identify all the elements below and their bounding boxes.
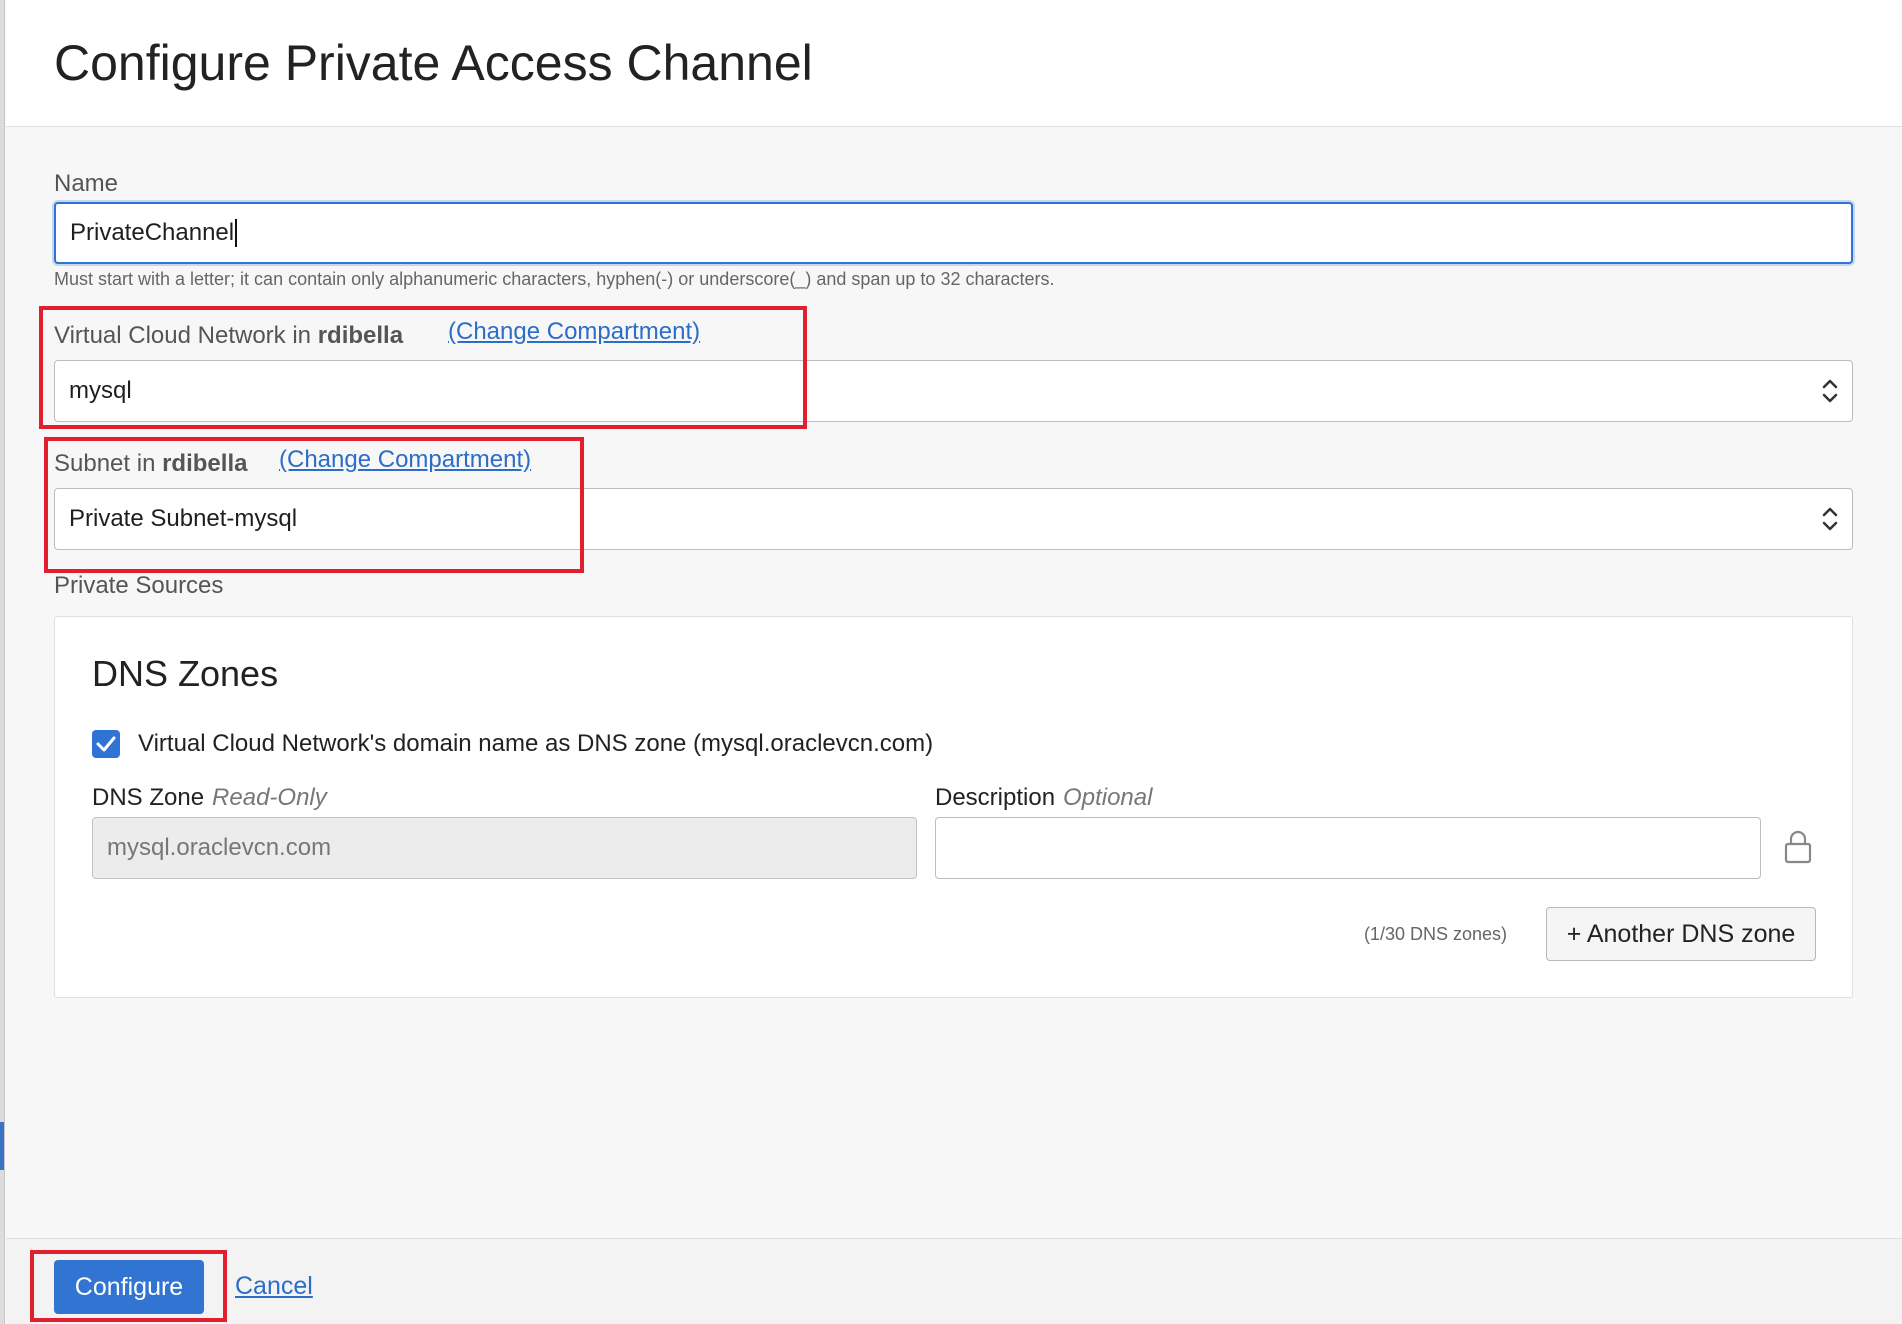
dns-zone-readonly-tag: Read-Only [212, 784, 327, 811]
vcn-domain-checkbox[interactable] [92, 730, 120, 758]
subnet-change-compartment-link[interactable]: (Change Compartment) [279, 446, 531, 474]
vcn-change-compartment-link[interactable]: (Change Compartment) [448, 318, 700, 346]
description-input[interactable] [935, 817, 1761, 879]
left-edge-marker [0, 1122, 4, 1170]
chevron-up-down-icon [1822, 507, 1838, 531]
configure-button[interactable]: Configure [54, 1260, 204, 1314]
name-hint: Must start with a letter; it can contain… [54, 269, 1055, 289]
cancel-link[interactable]: Cancel [235, 1272, 313, 1301]
dns-zones-panel: DNS Zones Virtual Cloud Network's domain… [54, 616, 1853, 998]
subnet-compartment-name: rdibella [162, 450, 248, 477]
subnet-label: Subnet in rdibella [54, 450, 247, 478]
vcn-label: Virtual Cloud Network in rdibella [54, 322, 403, 350]
checkmark-icon [96, 736, 116, 752]
dns-zone-label-text: DNS Zone [92, 784, 205, 811]
dns-zone-value: mysql.oraclevcn.com [107, 834, 332, 861]
name-label: Name [54, 170, 119, 197]
page: Configure Private Access Channel Name Pr… [0, 0, 1902, 1324]
private-sources-label: Private Sources [54, 572, 224, 599]
dialog-header: Configure Private Access Channel [6, 0, 1902, 127]
dns-zone-input: mysql.oraclevcn.com [92, 817, 917, 879]
lock-icon [1784, 830, 1812, 864]
subnet-select[interactable]: Private Subnet-mysql [54, 488, 1853, 550]
name-input-value: PrivateChannel [70, 219, 235, 246]
chevron-up-down-icon [1822, 379, 1838, 403]
dns-zone-count: (1/30 DNS zones) [1363, 924, 1507, 944]
vcn-select[interactable]: mysql [54, 360, 1853, 422]
name-input[interactable]: PrivateChannel [54, 202, 1853, 264]
left-edge-strip [0, 0, 5, 1324]
dns-zone-label: DNS Zone Read-Only [92, 784, 327, 812]
subnet-select-value: Private Subnet-mysql [69, 505, 298, 532]
dns-zones-title: DNS Zones [92, 653, 279, 694]
add-dns-zone-button[interactable]: + Another DNS zone [1546, 907, 1816, 961]
description-label: Description Optional [935, 784, 1152, 812]
description-label-text: Description [935, 784, 1056, 811]
vcn-compartment-name: rdibella [317, 322, 404, 349]
vcn-label-prefix: Virtual Cloud Network in [54, 322, 312, 349]
dialog-title: Configure Private Access Channel [54, 35, 813, 91]
vcn-domain-checkbox-label[interactable]: Virtual Cloud Network's domain name as D… [138, 730, 933, 758]
description-optional-tag: Optional [1063, 784, 1153, 811]
vcn-select-value: mysql [69, 377, 132, 404]
text-caret [235, 219, 238, 247]
subnet-label-prefix: Subnet in [54, 450, 156, 477]
